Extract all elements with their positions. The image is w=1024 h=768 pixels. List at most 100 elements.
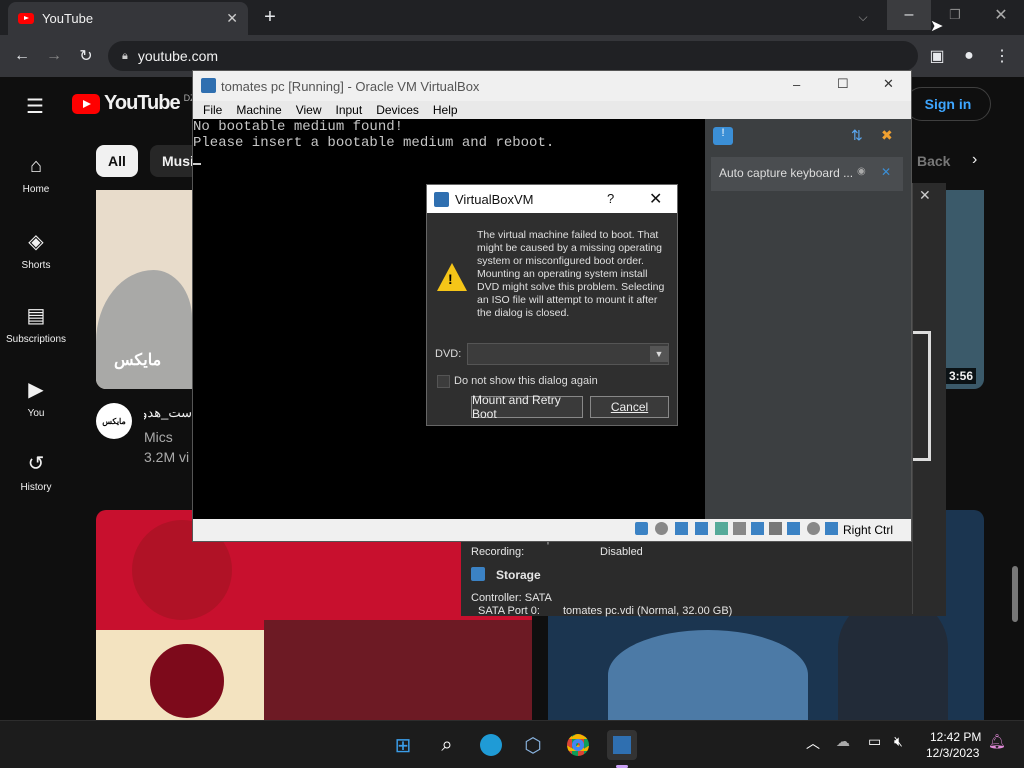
thumbnail-text: مايكس <box>114 352 162 369</box>
vbox-titlebar[interactable]: tomates pc [Running] - Oracle VM Virtual… <box>193 71 911 101</box>
cancel-button[interactable]: Cancel <box>590 396 669 418</box>
sidebar-item-subscriptions[interactable]: ▤ Subscriptions <box>0 303 72 345</box>
video-title[interactable]: ست_هدوء <box>144 405 192 421</box>
sidebar-item-home[interactable]: ⌂ Home <box>0 155 72 195</box>
sort-icon[interactable]: ⇅ <box>851 127 863 144</box>
virtualbox-manager-icon[interactable]: ⬡ <box>518 730 548 760</box>
cpu-status-icon[interactable] <box>787 522 800 535</box>
sidebar-label: You <box>27 408 45 419</box>
shared-folder-icon[interactable] <box>733 522 746 535</box>
chrome-icon[interactable] <box>563 730 593 760</box>
profile-icon[interactable]: ● <box>955 42 983 70</box>
sidebar-label: History <box>20 482 52 493</box>
back-icon[interactable]: ← <box>8 42 36 70</box>
mount-retry-button[interactable]: Mount and Retry Boot <box>471 393 583 421</box>
tab-search-icon[interactable]: ⌵ <box>849 3 877 31</box>
chips-next-icon[interactable]: › <box>972 151 977 169</box>
search-icon[interactable]: ⌕ <box>432 730 462 760</box>
forward-icon[interactable]: → <box>40 42 68 70</box>
tab-youtube[interactable]: YouTube ✕ <box>8 2 248 35</box>
menu-help[interactable]: Help <box>433 103 458 117</box>
menu-view[interactable]: View <box>296 103 322 117</box>
usb-status-icon[interactable] <box>715 522 728 535</box>
dialog-titlebar[interactable]: VirtualBoxVM ? ✕ <box>427 185 677 213</box>
restore-icon[interactable]: ❐ <box>939 0 971 30</box>
sidebar-label: Shorts <box>21 260 51 271</box>
edge-icon[interactable] <box>476 730 506 760</box>
youtube-logo-icon <box>72 93 100 114</box>
vbox-minimize-icon[interactable]: – <box>793 77 800 92</box>
dialog-close-icon[interactable]: ✕ <box>649 189 662 209</box>
video-thumbnail-right[interactable] <box>946 190 984 389</box>
vbox-close-icon[interactable]: ✕ <box>883 76 894 92</box>
recording-status-icon[interactable] <box>769 522 782 535</box>
mouse-integration-icon[interactable] <box>807 522 820 535</box>
close-window-icon[interactable]: ✕ <box>985 0 1017 30</box>
keyboard-capture-icon[interactable] <box>825 522 838 535</box>
boot-failure-dialog: VirtualBoxVM ? ✕ ! The virtual machine f… <box>426 184 678 426</box>
notification-item[interactable]: Auto capture keyboard ... ◉ ✕ <box>711 157 903 191</box>
notification-center-icon[interactable]: ! <box>713 127 733 145</box>
hamburger-menu-icon[interactable]: ☰ <box>26 94 44 119</box>
menu-file[interactable]: File <box>203 103 222 117</box>
dvd-select[interactable]: ▼ <box>467 343 669 365</box>
dont-show-label: Do not show this dialog again <box>454 375 598 387</box>
optical-status-icon[interactable] <box>655 522 668 535</box>
notification-bell-icon[interactable]: 🔔︎ <box>988 733 1006 750</box>
dialog-help-icon[interactable]: ? <box>607 191 614 206</box>
recording-value: Disabled <box>600 546 643 558</box>
clear-notifications-icon[interactable]: ✖ <box>881 127 893 144</box>
start-windows-icon[interactable]: ⊞ <box>388 730 418 760</box>
virtualbox-vm-icon[interactable] <box>607 730 637 760</box>
vbox-maximize-icon[interactable]: ☐ <box>837 76 849 92</box>
you-icon: ▶ <box>28 379 44 401</box>
chip-label: Musi <box>162 153 194 169</box>
hdd-status-icon[interactable] <box>635 522 648 535</box>
sidebar-label: Subscriptions <box>5 334 67 345</box>
notification-close-icon[interactable]: ✕ <box>881 165 891 179</box>
chip-back[interactable]: Back <box>905 145 962 177</box>
audio-status-icon[interactable] <box>675 522 688 535</box>
dont-show-checkbox[interactable] <box>437 375 450 388</box>
tray-overflow-icon[interactable]: ︿ <box>806 733 820 753</box>
page-scrollbar[interactable] <box>1012 566 1018 622</box>
notification-help-icon[interactable]: ◉ <box>857 166 866 177</box>
background-close-icon[interactable]: ✕ <box>919 187 931 204</box>
youtube-logo[interactable]: YouTube DZ <box>72 92 196 115</box>
onedrive-icon[interactable]: ☁ <box>836 733 850 750</box>
volume-muted-icon[interactable]: 🔇︎ <box>894 733 903 750</box>
sidebar-label: Home <box>22 184 50 195</box>
menu-input[interactable]: Input <box>336 103 363 117</box>
sidepanel-icon[interactable]: ▣ <box>923 42 951 70</box>
mouse-cursor-icon: ➤ <box>930 18 944 35</box>
channel-name[interactable]: Mics <box>144 429 173 445</box>
notification-panel: ! ⇅ ✖ Auto capture keyboard ... ◉ ✕ <box>705 119 911 519</box>
chip-label: Back <box>917 153 951 169</box>
minimize-icon[interactable]: – <box>887 0 931 30</box>
network-icon[interactable]: ▭ <box>868 733 881 750</box>
network-status-icon[interactable] <box>695 522 708 535</box>
subscriptions-icon: ▤ <box>26 305 46 327</box>
address-bar[interactable]: 🔒︎ youtube.com <box>108 41 918 71</box>
video-views: 3.2M vi <box>144 449 190 465</box>
sidebar-item-history[interactable]: ↺ History <box>0 451 72 493</box>
menu-devices[interactable]: Devices <box>376 103 419 117</box>
sidebar-item-shorts[interactable]: ◈ Shorts <box>0 229 72 271</box>
dialog-title: VirtualBoxVM <box>455 191 534 207</box>
video-duration: 3:56 <box>946 368 977 384</box>
sidebar-item-you[interactable]: ▶ You <box>0 377 72 419</box>
channel-avatar[interactable]: مايكس <box>96 403 132 439</box>
tab-close-icon[interactable]: ✕ <box>226 10 238 27</box>
menu-machine[interactable]: Machine <box>236 103 281 117</box>
chip-all[interactable]: All <box>96 145 138 177</box>
sign-in-button[interactable]: Sign in <box>905 87 991 121</box>
reload-icon[interactable]: ↻ <box>72 42 100 70</box>
clock-time[interactable]: 12:42 PM <box>930 730 981 744</box>
chrome-menu-icon[interactable]: ⋮ <box>988 42 1016 70</box>
background-panel-strip: ✕ <box>912 183 946 614</box>
new-tab-icon[interactable]: + <box>256 3 284 31</box>
dialog-app-icon <box>434 192 449 207</box>
clock-date[interactable]: 12/3/2023 <box>926 746 979 760</box>
video-thumbnail[interactable]: مايكس <box>96 190 192 389</box>
display-status-icon[interactable] <box>751 522 764 535</box>
